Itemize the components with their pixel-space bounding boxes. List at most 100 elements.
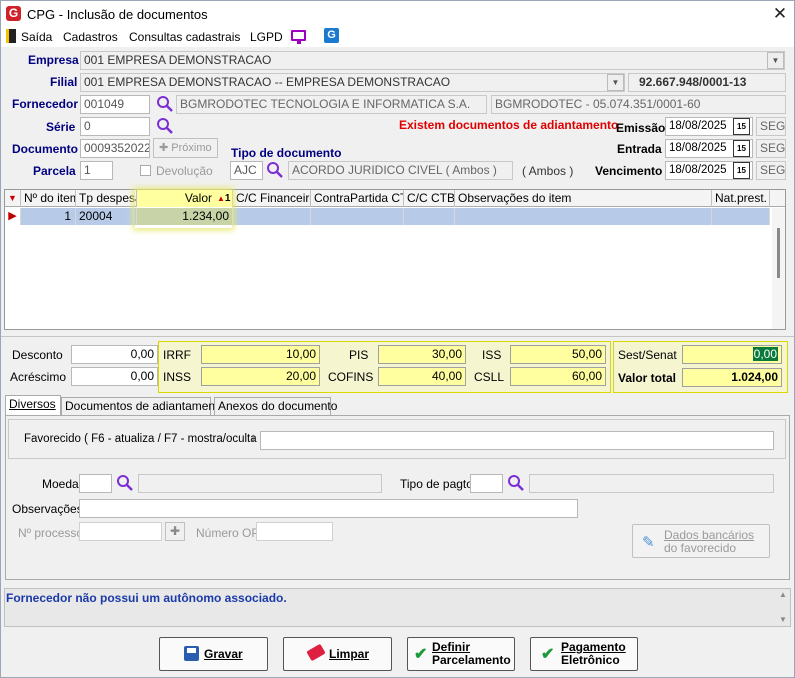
pagamento-eletronico-button[interactable]: ✔ Pagamento Eletrônico	[530, 637, 638, 671]
col-tp-despesa[interactable]: Tp despesa	[76, 190, 137, 207]
favorecido-input[interactable]	[260, 431, 774, 450]
eraser-icon	[306, 643, 326, 662]
menu-saida[interactable]: Saída	[21, 30, 52, 44]
pagamento-line2: Eletrônico	[561, 653, 620, 667]
dados-bancarios-button[interactable]: ✎ Dados bancários do favorecido	[632, 524, 770, 558]
calendar-icon[interactable]: 15	[733, 118, 750, 135]
inss-input[interactable]: 20,00	[201, 367, 320, 386]
exit-door-icon[interactable]	[6, 29, 16, 43]
processo-input[interactable]	[79, 522, 162, 541]
col-nat-prest[interactable]: Nat.prest.	[712, 190, 770, 207]
scrollbar-thumb[interactable]	[777, 228, 780, 278]
devolucao-checkbox[interactable]	[140, 165, 151, 176]
menu-cadastros[interactable]: Cadastros	[63, 30, 118, 44]
gravar-button[interactable]: Gravar	[159, 637, 268, 671]
tab-documentos-adiantamento[interactable]: Documentos de adiantamento	[61, 397, 225, 415]
serie-input[interactable]: 0	[80, 117, 150, 136]
cell-cc-ctb[interactable]	[404, 208, 455, 225]
observacoes-input[interactable]	[79, 499, 578, 518]
entrada-label: Entrada	[617, 142, 662, 156]
col-cc-ctb[interactable]: C/C CTB	[404, 190, 455, 207]
tipo-documento-desc-field: ACORDO JURIDICO CIVEL ( Ambos )	[288, 161, 513, 180]
app-logo-icon: G	[6, 6, 21, 21]
scroll-up-icon[interactable]: ▲	[779, 590, 787, 599]
filial-select[interactable]: 001 EMPRESA DEMONSTRACAO -- EMPRESA DEMO…	[80, 73, 625, 92]
tipo-pagto-input[interactable]	[470, 474, 503, 493]
menu-consultas-cadastrais[interactable]: Consultas cadastrais	[129, 30, 240, 44]
tipo-documento-label: Tipo de documento	[231, 146, 342, 160]
parcela-input[interactable]: 1	[80, 161, 113, 180]
cell-tp-despesa[interactable]: 20004	[76, 208, 137, 225]
scroll-down-icon[interactable]: ▼	[779, 615, 787, 624]
help-g-icon[interactable]: G	[324, 28, 339, 43]
csll-input[interactable]: 60,00	[510, 367, 606, 386]
irrf-input[interactable]: 10,00	[201, 345, 320, 364]
filter-arrow-icon[interactable]: ▼	[5, 190, 21, 207]
chevron-down-icon[interactable]: ▼	[767, 52, 784, 69]
check-icon: ✔	[414, 646, 428, 663]
sest-senat-input[interactable]: 0,00	[682, 345, 782, 364]
col-cc-financeiro[interactable]: C/C Financeiro	[233, 190, 311, 207]
save-icon	[184, 646, 199, 661]
valor-total-label: Valor total	[618, 371, 677, 385]
numero-op-input[interactable]	[256, 522, 333, 541]
observacoes-label: Observações	[12, 502, 83, 516]
emissao-day: SEG	[756, 117, 786, 136]
definir-parcelamento-button[interactable]: ✔ Definir Parcelamento	[407, 637, 515, 671]
status-bar: Fornecedor não possui um autônomo associ…	[4, 588, 791, 627]
grid-scrollbar[interactable]	[772, 208, 785, 329]
search-icon[interactable]	[116, 474, 134, 492]
cell-contrapartida[interactable]	[311, 208, 404, 225]
fornecedor-label: Fornecedor	[12, 97, 79, 111]
iss-input[interactable]: 50,00	[510, 345, 606, 364]
pin-icon[interactable]: ⇣	[249, 434, 257, 445]
tab-diversos[interactable]: Diversos	[5, 395, 61, 416]
desconto-input[interactable]: 0,00	[71, 345, 158, 364]
calendar-icon[interactable]: 15	[733, 162, 750, 179]
fornecedor-code-input[interactable]: 001049	[80, 95, 150, 114]
cell-item[interactable]: 1	[21, 208, 76, 225]
tipo-documento-ambos: ( Ambos )	[522, 164, 574, 178]
monitor-icon[interactable]	[291, 30, 306, 41]
search-icon[interactable]	[156, 117, 174, 135]
pis-input[interactable]: 30,00	[378, 345, 466, 364]
chevron-down-icon[interactable]: ▼	[607, 74, 624, 91]
tab-anexos-documento[interactable]: Anexos do documento	[214, 397, 337, 415]
cofins-input[interactable]: 40,00	[378, 367, 466, 386]
tipo-pagto-label: Tipo de pagto	[400, 477, 473, 491]
filial-label: Filial	[50, 75, 78, 89]
search-icon[interactable]	[266, 161, 284, 179]
table-row[interactable]: ▶ 1 20004 1.234,00	[5, 208, 770, 225]
search-icon[interactable]	[507, 474, 525, 492]
proximo-button[interactable]: ✚ Próximo	[153, 138, 218, 158]
acrescimo-input[interactable]: 0,00	[71, 367, 158, 386]
items-grid[interactable]: ▼ Nº do item Tp despesa Valor ▲1 C/C Fin…	[4, 189, 786, 330]
moeda-input[interactable]	[79, 474, 112, 493]
limpar-label: Limpar	[329, 647, 370, 661]
limpar-button[interactable]: Limpar	[283, 637, 392, 671]
calendar-icon[interactable]: 15	[733, 140, 750, 157]
cell-observacoes[interactable]	[455, 208, 712, 225]
cell-cc-financeiro[interactable]	[233, 208, 311, 225]
tipo-documento-code-input[interactable]: AJC	[230, 161, 263, 180]
menu-lgpd[interactable]: LGPD	[250, 30, 283, 44]
emissao-label: Emissão	[616, 121, 666, 135]
pencil-icon: ✎	[642, 534, 655, 551]
vencimento-day: SEG	[756, 161, 786, 180]
search-icon[interactable]	[156, 95, 174, 113]
tipo-pagto-desc-field	[529, 474, 774, 493]
cell-nat-prest[interactable]	[712, 208, 770, 225]
close-button[interactable]: ✕	[769, 3, 791, 25]
plus-icon: ✚	[159, 142, 172, 154]
col-observacoes-item[interactable]: Observações do item	[455, 190, 712, 207]
moeda-label: Moeda	[42, 477, 79, 491]
acrescimo-label: Acréscimo	[10, 370, 67, 384]
empresa-select[interactable]: 001 EMPRESA DEMONSTRACAO	[80, 51, 785, 70]
col-contrapartida-ctb[interactable]: ContraPartida CTB	[311, 190, 404, 207]
col-nro-item[interactable]: Nº do item	[21, 190, 76, 207]
documento-input[interactable]: 0009352022	[80, 139, 150, 158]
fornecedor-short-field: BGMRODOTEC - 05.074.351/0001-60	[491, 95, 786, 114]
status-message: Fornecedor não possui um autônomo associ…	[6, 591, 287, 605]
add-processo-button[interactable]: ✚	[165, 522, 185, 541]
cell-valor[interactable]: 1.234,00	[137, 208, 233, 225]
